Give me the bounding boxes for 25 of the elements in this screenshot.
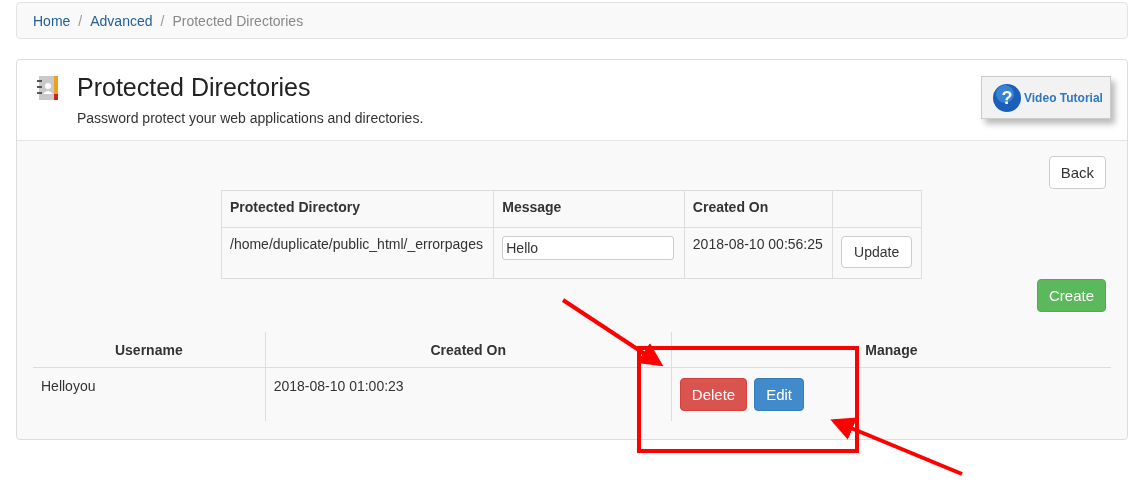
breadcrumb-separator: / <box>77 12 84 29</box>
message-field[interactable]: Hello <box>502 236 675 260</box>
table-cell: Helloyou <box>33 367 266 421</box>
table-cell: 2018-08-10 01:00:23 <box>265 367 672 421</box>
update-button[interactable]: Update <box>841 236 913 268</box>
column-header: Created On <box>265 332 672 368</box>
breadcrumb-separator: / <box>159 12 166 29</box>
page-subtitle: Password protect your web applications and directories. <box>77 110 424 126</box>
breadcrumb-link[interactable]: Home <box>33 12 71 29</box>
edit-button[interactable]: Edit <box>754 378 805 411</box>
column-header: Username <box>33 332 266 368</box>
back-button[interactable]: Back <box>1048 156 1106 189</box>
column-header: Message <box>493 190 685 228</box>
page-title: Protected Directories <box>77 73 312 102</box>
delete-button[interactable]: Delete <box>679 378 748 411</box>
table-cell: 2018-08-10 00:56:25 <box>684 227 833 279</box>
table-cell: /home/duplicate/public_html/_errorpages <box>221 227 494 279</box>
column-header: Manage <box>671 332 1111 368</box>
column-header: Protected Directory <box>221 190 494 228</box>
video-tutorial-button[interactable]: ? Video Tutorial <box>981 76 1111 119</box>
column-header: Created On <box>684 190 833 228</box>
breadcrumb-link[interactable]: Advanced <box>90 12 153 29</box>
address-book-icon <box>37 76 59 100</box>
help-icon: ? <box>992 82 1022 113</box>
breadcrumb-current: Protected Directories <box>172 12 304 29</box>
